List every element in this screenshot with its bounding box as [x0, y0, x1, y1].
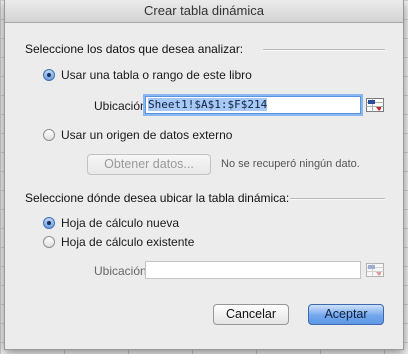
destination-range-picker-button[interactable]	[365, 261, 385, 279]
external-data-status: No se recuperó ningún dato.	[221, 158, 360, 170]
radio-new-worksheet-label: Hoja de cálculo nueva	[61, 216, 180, 230]
get-data-button[interactable]: Obtener datos...	[87, 154, 211, 175]
radio-use-external-source[interactable]: Usar un origen de datos externo	[43, 128, 232, 142]
cancel-button[interactable]: Cancelar	[213, 304, 289, 325]
radio-unselected-icon	[43, 129, 55, 141]
source-section-heading: Seleccione los datos que desea analizar:	[25, 42, 244, 56]
ok-button[interactable]: Aceptar	[308, 304, 384, 325]
destination-section-heading: Seleccione dónde desea ubicar la tabla d…	[25, 191, 290, 205]
radio-selected-icon	[43, 69, 55, 81]
destination-section-separator	[290, 198, 385, 200]
radio-unselected-icon	[43, 236, 55, 248]
source-section-separator	[263, 49, 385, 51]
collapse-range-icon	[366, 98, 384, 112]
source-range-picker-button[interactable]	[365, 96, 385, 114]
source-location-input[interactable]: Sheet1!$A$1:$F$214	[145, 96, 361, 114]
radio-use-table-range[interactable]: Usar una tabla o rango de este libro	[43, 68, 252, 82]
create-pivot-table-dialog: Crear tabla dinámica Seleccione los dato…	[4, 0, 404, 350]
dialog-title: Crear tabla dinámica	[5, 0, 403, 23]
radio-existing-worksheet[interactable]: Hoja de cálculo existente	[43, 235, 194, 249]
source-location-label: Ubicación:	[94, 99, 151, 113]
radio-use-table-range-label: Usar una tabla o rango de este libro	[61, 68, 252, 82]
destination-location-label: Ubicación:	[94, 264, 151, 278]
radio-selected-icon	[43, 217, 55, 229]
collapse-range-icon	[366, 263, 384, 277]
destination-location-input[interactable]	[145, 261, 361, 279]
radio-use-external-source-label: Usar un origen de datos externo	[61, 128, 233, 142]
radio-existing-worksheet-label: Hoja de cálculo existente	[61, 235, 195, 249]
source-location-value: Sheet1!$A$1:$F$214	[148, 98, 268, 111]
radio-new-worksheet[interactable]: Hoja de cálculo nueva	[43, 216, 179, 230]
